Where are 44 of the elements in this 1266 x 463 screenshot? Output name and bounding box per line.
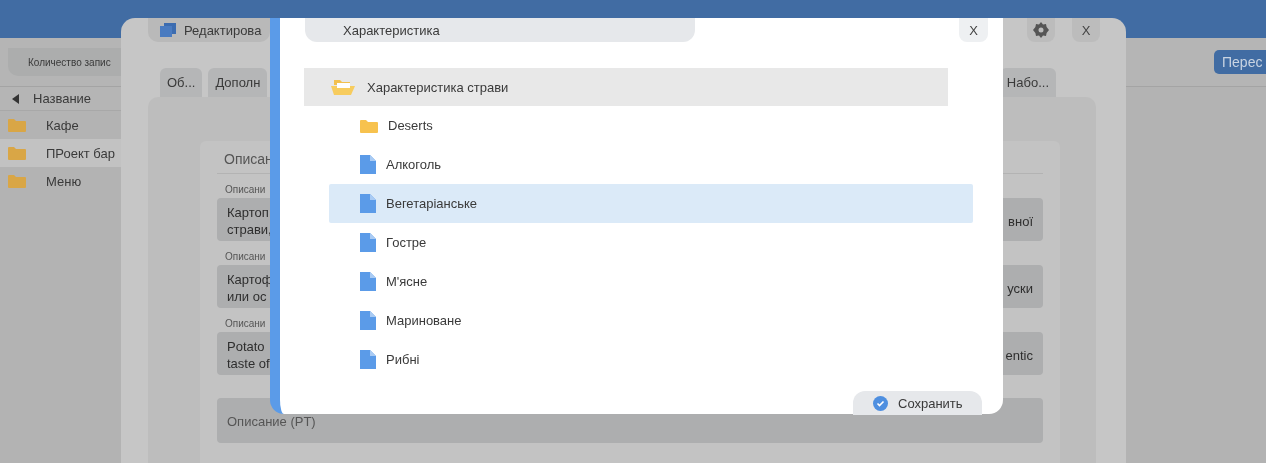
document-icon bbox=[360, 350, 376, 369]
tree-item[interactable]: Рибні bbox=[329, 340, 973, 379]
field-label: Описани bbox=[225, 318, 266, 330]
text-line: Potato bbox=[227, 338, 266, 355]
collapse-icon[interactable] bbox=[12, 93, 19, 104]
document-icon bbox=[360, 233, 376, 252]
record-count: Количество запис bbox=[8, 48, 121, 76]
tree-item[interactable]: Вегетаріанське bbox=[329, 184, 973, 223]
close-button[interactable]: X bbox=[1072, 18, 1100, 42]
text-line: страви, bbox=[227, 221, 272, 238]
text-line: taste of bbox=[227, 355, 270, 372]
document-icon bbox=[360, 155, 376, 174]
text-line: вної bbox=[1008, 213, 1033, 231]
text-line: Картоп bbox=[227, 204, 270, 221]
field-label: Описани bbox=[225, 251, 266, 263]
field-label: Описани bbox=[225, 184, 266, 196]
close-button[interactable]: X bbox=[959, 18, 988, 42]
tree-root[interactable]: Характеристика страви bbox=[304, 68, 948, 106]
list-row[interactable]: ПРоект бар bbox=[0, 139, 121, 167]
text-line: entic bbox=[1005, 347, 1033, 365]
check-icon bbox=[873, 395, 888, 411]
tree-item[interactable]: Гостре bbox=[329, 223, 973, 262]
folder-icon bbox=[8, 146, 26, 160]
document-icon bbox=[360, 272, 376, 291]
tab[interactable]: Дополн bbox=[208, 68, 268, 97]
folder-icon bbox=[8, 118, 26, 132]
folder-icon bbox=[8, 174, 26, 188]
tree-item[interactable]: Мариноване bbox=[329, 301, 973, 340]
settings-icon bbox=[1033, 22, 1049, 38]
window-title: Редактирова bbox=[148, 18, 270, 42]
document-icon bbox=[360, 311, 376, 330]
text-line: или ос bbox=[227, 288, 268, 305]
tree-item[interactable]: Deserts bbox=[329, 106, 973, 145]
tree-item[interactable]: М'ясне bbox=[329, 262, 973, 301]
settings-button[interactable] bbox=[1027, 18, 1055, 42]
window-icon bbox=[160, 23, 176, 37]
tab[interactable]: Об... bbox=[160, 68, 203, 97]
folder-icon bbox=[360, 118, 378, 133]
text-line: уски bbox=[1007, 280, 1033, 298]
document-icon bbox=[360, 194, 376, 213]
open-folder-icon bbox=[331, 79, 355, 95]
dialog-title: Характеристика bbox=[305, 18, 695, 42]
save-button[interactable]: Сохранить bbox=[853, 391, 982, 415]
action-button[interactable]: Перес bbox=[1214, 50, 1266, 74]
